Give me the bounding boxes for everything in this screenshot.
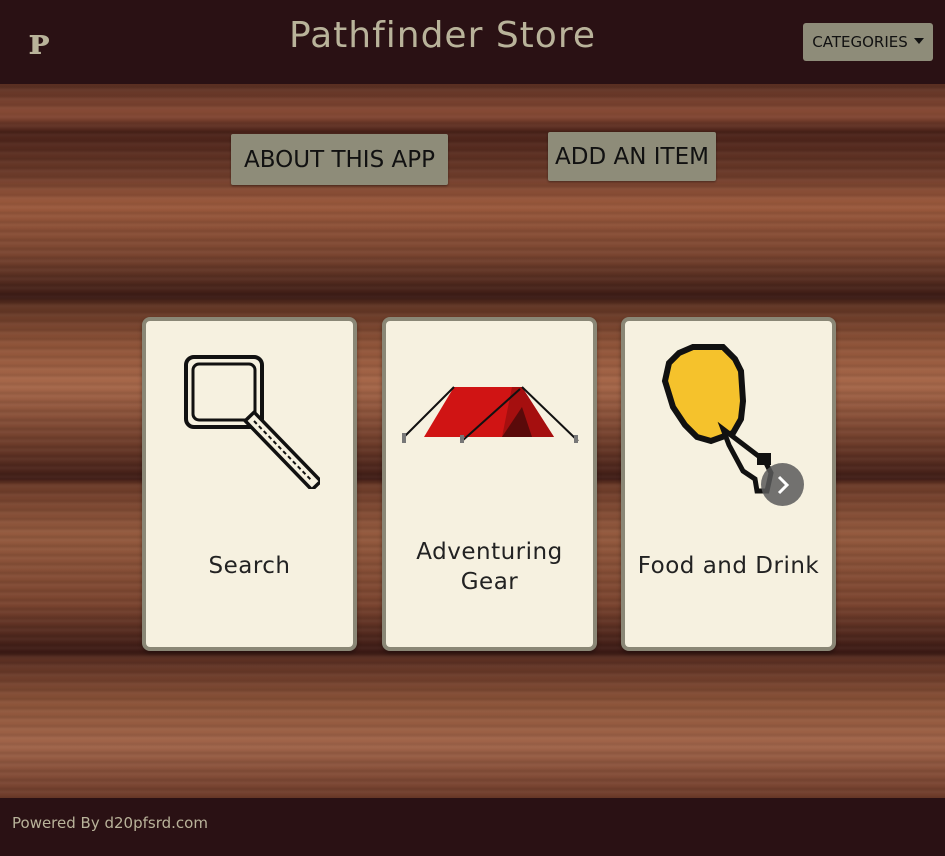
magnifying-glass-icon [184,355,320,489]
logo[interactable]: ᴘ [22,20,56,64]
categories-dropdown-button[interactable]: CATEGORIES [803,23,933,61]
about-app-button[interactable]: ABOUT THIS APP [231,134,448,185]
footer: Powered By d20pfsrd.com [0,798,945,856]
caret-down-icon [913,37,924,44]
navbar: ᴘ Pathfinder Store CATEGORIES [0,0,945,84]
categories-label: CATEGORIES [812,33,908,51]
chevron-right-icon [777,475,789,494]
card-label: Adventuring [416,539,563,565]
card-label: Search [208,553,291,579]
category-card-search[interactable]: Search [142,317,357,651]
card-label: Gear [460,569,519,595]
add-item-button[interactable]: ADD AN ITEM [548,132,716,181]
site-title: Pathfinder Store [289,15,596,56]
footer-credit[interactable]: Powered By d20pfsrd.com [12,814,208,832]
tent-icon [402,386,579,443]
category-card-adventuring-gear[interactable]: Adventuring Gear [382,317,597,651]
card-label: Food and Drink [637,553,820,579]
carousel-next-button[interactable] [761,463,804,506]
